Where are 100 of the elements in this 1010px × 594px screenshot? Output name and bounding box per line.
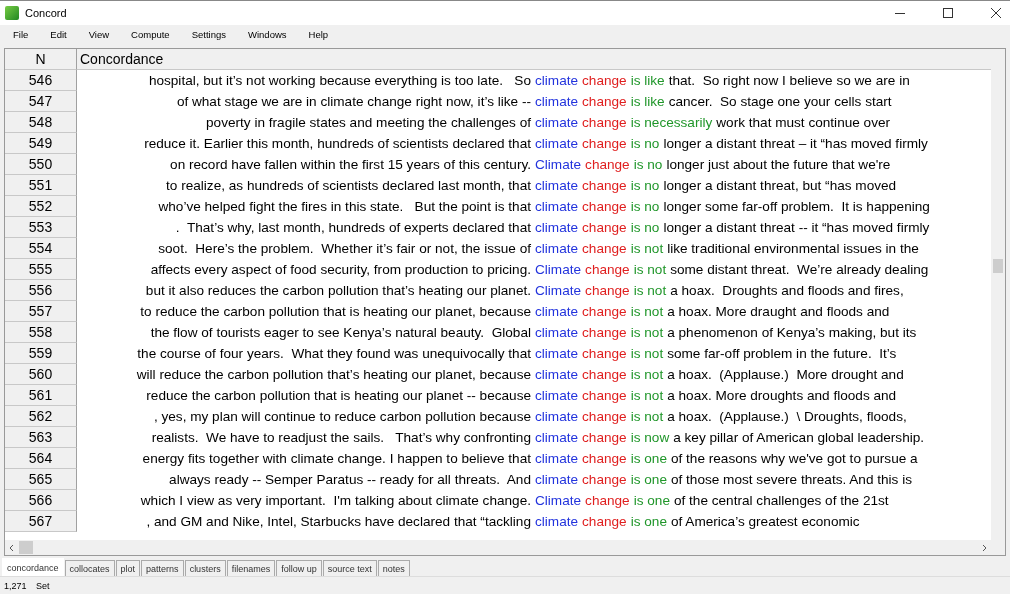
search-word: change (585, 282, 630, 300)
column-header: Concordance (77, 49, 991, 70)
left-context: poverty in fragile states and meeting the challenges of (205, 114, 531, 132)
node-word: Climate (535, 492, 582, 510)
right-context: a hoax. (Applause.) \ Droughts, floods, (667, 408, 907, 426)
search-word: change (582, 345, 627, 363)
right-context: some far-off problem in the future. It’s (667, 345, 897, 363)
row-number: 562 (5, 406, 77, 427)
search-word: change (582, 177, 627, 195)
node-word: Climate (535, 282, 582, 300)
search-word: change (582, 135, 627, 153)
search-word: change (582, 240, 627, 258)
collocate-word: is one (630, 513, 667, 531)
window-title: Concord (25, 7, 67, 19)
row-number: 566 (5, 490, 77, 511)
menu-item[interactable]: Compute (120, 29, 181, 40)
left-context: affects every aspect of food security, from production to pricing. (149, 261, 531, 279)
collocate-word: is like (630, 93, 665, 111)
search-word: change (585, 261, 630, 279)
search-word: change (582, 513, 627, 531)
search-word: change (582, 93, 627, 111)
right-context: a hoax. More draught and floods and (667, 303, 890, 321)
node-word: climate (535, 240, 579, 258)
collocate-word: is no (630, 135, 660, 153)
row-number: 555 (5, 259, 77, 280)
menu-item[interactable]: Edit (39, 29, 78, 40)
node-word: climate (535, 387, 579, 405)
search-word: change (582, 450, 627, 468)
right-context: of America’s greatest economic (670, 513, 860, 531)
scroll-left-icon[interactable] (8, 543, 16, 552)
collocate-word: is one (630, 450, 667, 468)
search-word: change (582, 408, 627, 426)
right-context: of the reasons why we've got to pursue a (670, 450, 918, 468)
search-word: change (582, 114, 627, 132)
right-context: like traditional environmental issues in the (667, 240, 919, 258)
left-context: to reduce the carbon pollution that is heating our planet, because (139, 303, 531, 321)
left-context: to realize, as hundreds of scientists declared last month, that (165, 177, 531, 195)
right-context: of the central challenges of the 21st (673, 492, 889, 510)
horizontal-scrollbar[interactable] (5, 540, 991, 555)
node-word: climate (535, 114, 579, 132)
menu-item[interactable]: View (77, 29, 121, 40)
left-context: . That’s why, last month, hundreds of experts declared that (174, 219, 531, 237)
node-word: climate (535, 345, 579, 363)
node-word: climate (535, 429, 579, 447)
row-number: 563 (5, 427, 77, 448)
close-icon[interactable] (990, 7, 1002, 19)
vertical-scrollbar[interactable] (991, 49, 1005, 555)
tab[interactable]: clusters (184, 560, 226, 576)
node-word: climate (535, 219, 579, 237)
row-number: 553 (5, 217, 77, 238)
collocate-word: is not (630, 324, 664, 342)
left-context: who’ve helped fight the fires in this state. But the point is that (157, 198, 531, 216)
node-word: climate (535, 93, 579, 111)
tab[interactable]: patterns (141, 560, 184, 576)
node-word: Climate (535, 261, 582, 279)
row-number: 546 (5, 70, 77, 91)
tab[interactable]: plot (115, 560, 141, 576)
left-context: , yes, my plan will continue to reduce carbon pollution because (152, 408, 531, 426)
maximize-icon[interactable] (942, 7, 954, 19)
scroll-thumb[interactable] (993, 259, 1003, 273)
tab[interactable]: follow up (276, 560, 322, 576)
menu-item[interactable]: Settings (180, 29, 237, 40)
left-context: of what stage we are in climate change right now, it’s like -- (175, 93, 531, 111)
menu-item[interactable]: Help (297, 29, 340, 40)
node-word: climate (535, 366, 579, 384)
collocate-word: is no (633, 156, 663, 174)
row-number: 565 (5, 469, 77, 490)
tab[interactable]: concordance (2, 558, 64, 576)
tab[interactable]: collocates (64, 560, 115, 576)
left-context: energy fits together with climate change. I happen to believe that (141, 450, 531, 468)
left-context: soot. Here’s the problem. Whether it’s fair or not, the issue of (157, 240, 531, 258)
collocate-word: is not (630, 387, 664, 405)
scroll-thumb[interactable] (19, 541, 33, 554)
status-text: Set (35, 580, 51, 591)
left-context: will reduce the carbon pollution that’s heating our planet, because (135, 366, 531, 384)
left-context: on record have fallen within the first 15 years of this century. (169, 156, 531, 174)
collocate-word: is not (630, 345, 664, 363)
row-number: 558 (5, 322, 77, 343)
app-icon (5, 6, 19, 20)
right-context: a phenomenon of Kenya’s making, but its (667, 324, 917, 342)
scroll-right-icon[interactable] (980, 543, 988, 552)
menu-item[interactable]: File (2, 29, 40, 40)
node-word: climate (535, 471, 579, 489)
right-context: longer a distant threat, but “has moved (663, 177, 897, 195)
left-context: , and GM and Nike, Intel, Starbucks have declared that “tackling (145, 513, 531, 531)
search-word: change (582, 219, 627, 237)
collocate-word: is not (630, 303, 664, 321)
collocate-word: is not (633, 261, 667, 279)
tab[interactable]: notes (377, 560, 410, 576)
right-context: work that must continue over (716, 114, 891, 132)
tab[interactable]: filenames (226, 560, 276, 576)
search-word: change (585, 492, 630, 510)
status-text: 1,271 (3, 580, 28, 591)
collocate-word: is no (630, 177, 660, 195)
menu-item[interactable]: Windows (237, 29, 298, 40)
row-number: 551 (5, 175, 77, 196)
tab[interactable]: source text (322, 560, 377, 576)
row-number: 547 (5, 91, 77, 112)
right-context: a hoax. (Applause.) More drought and (667, 366, 904, 384)
right-context: of those most severe threats. And this is (670, 471, 912, 489)
